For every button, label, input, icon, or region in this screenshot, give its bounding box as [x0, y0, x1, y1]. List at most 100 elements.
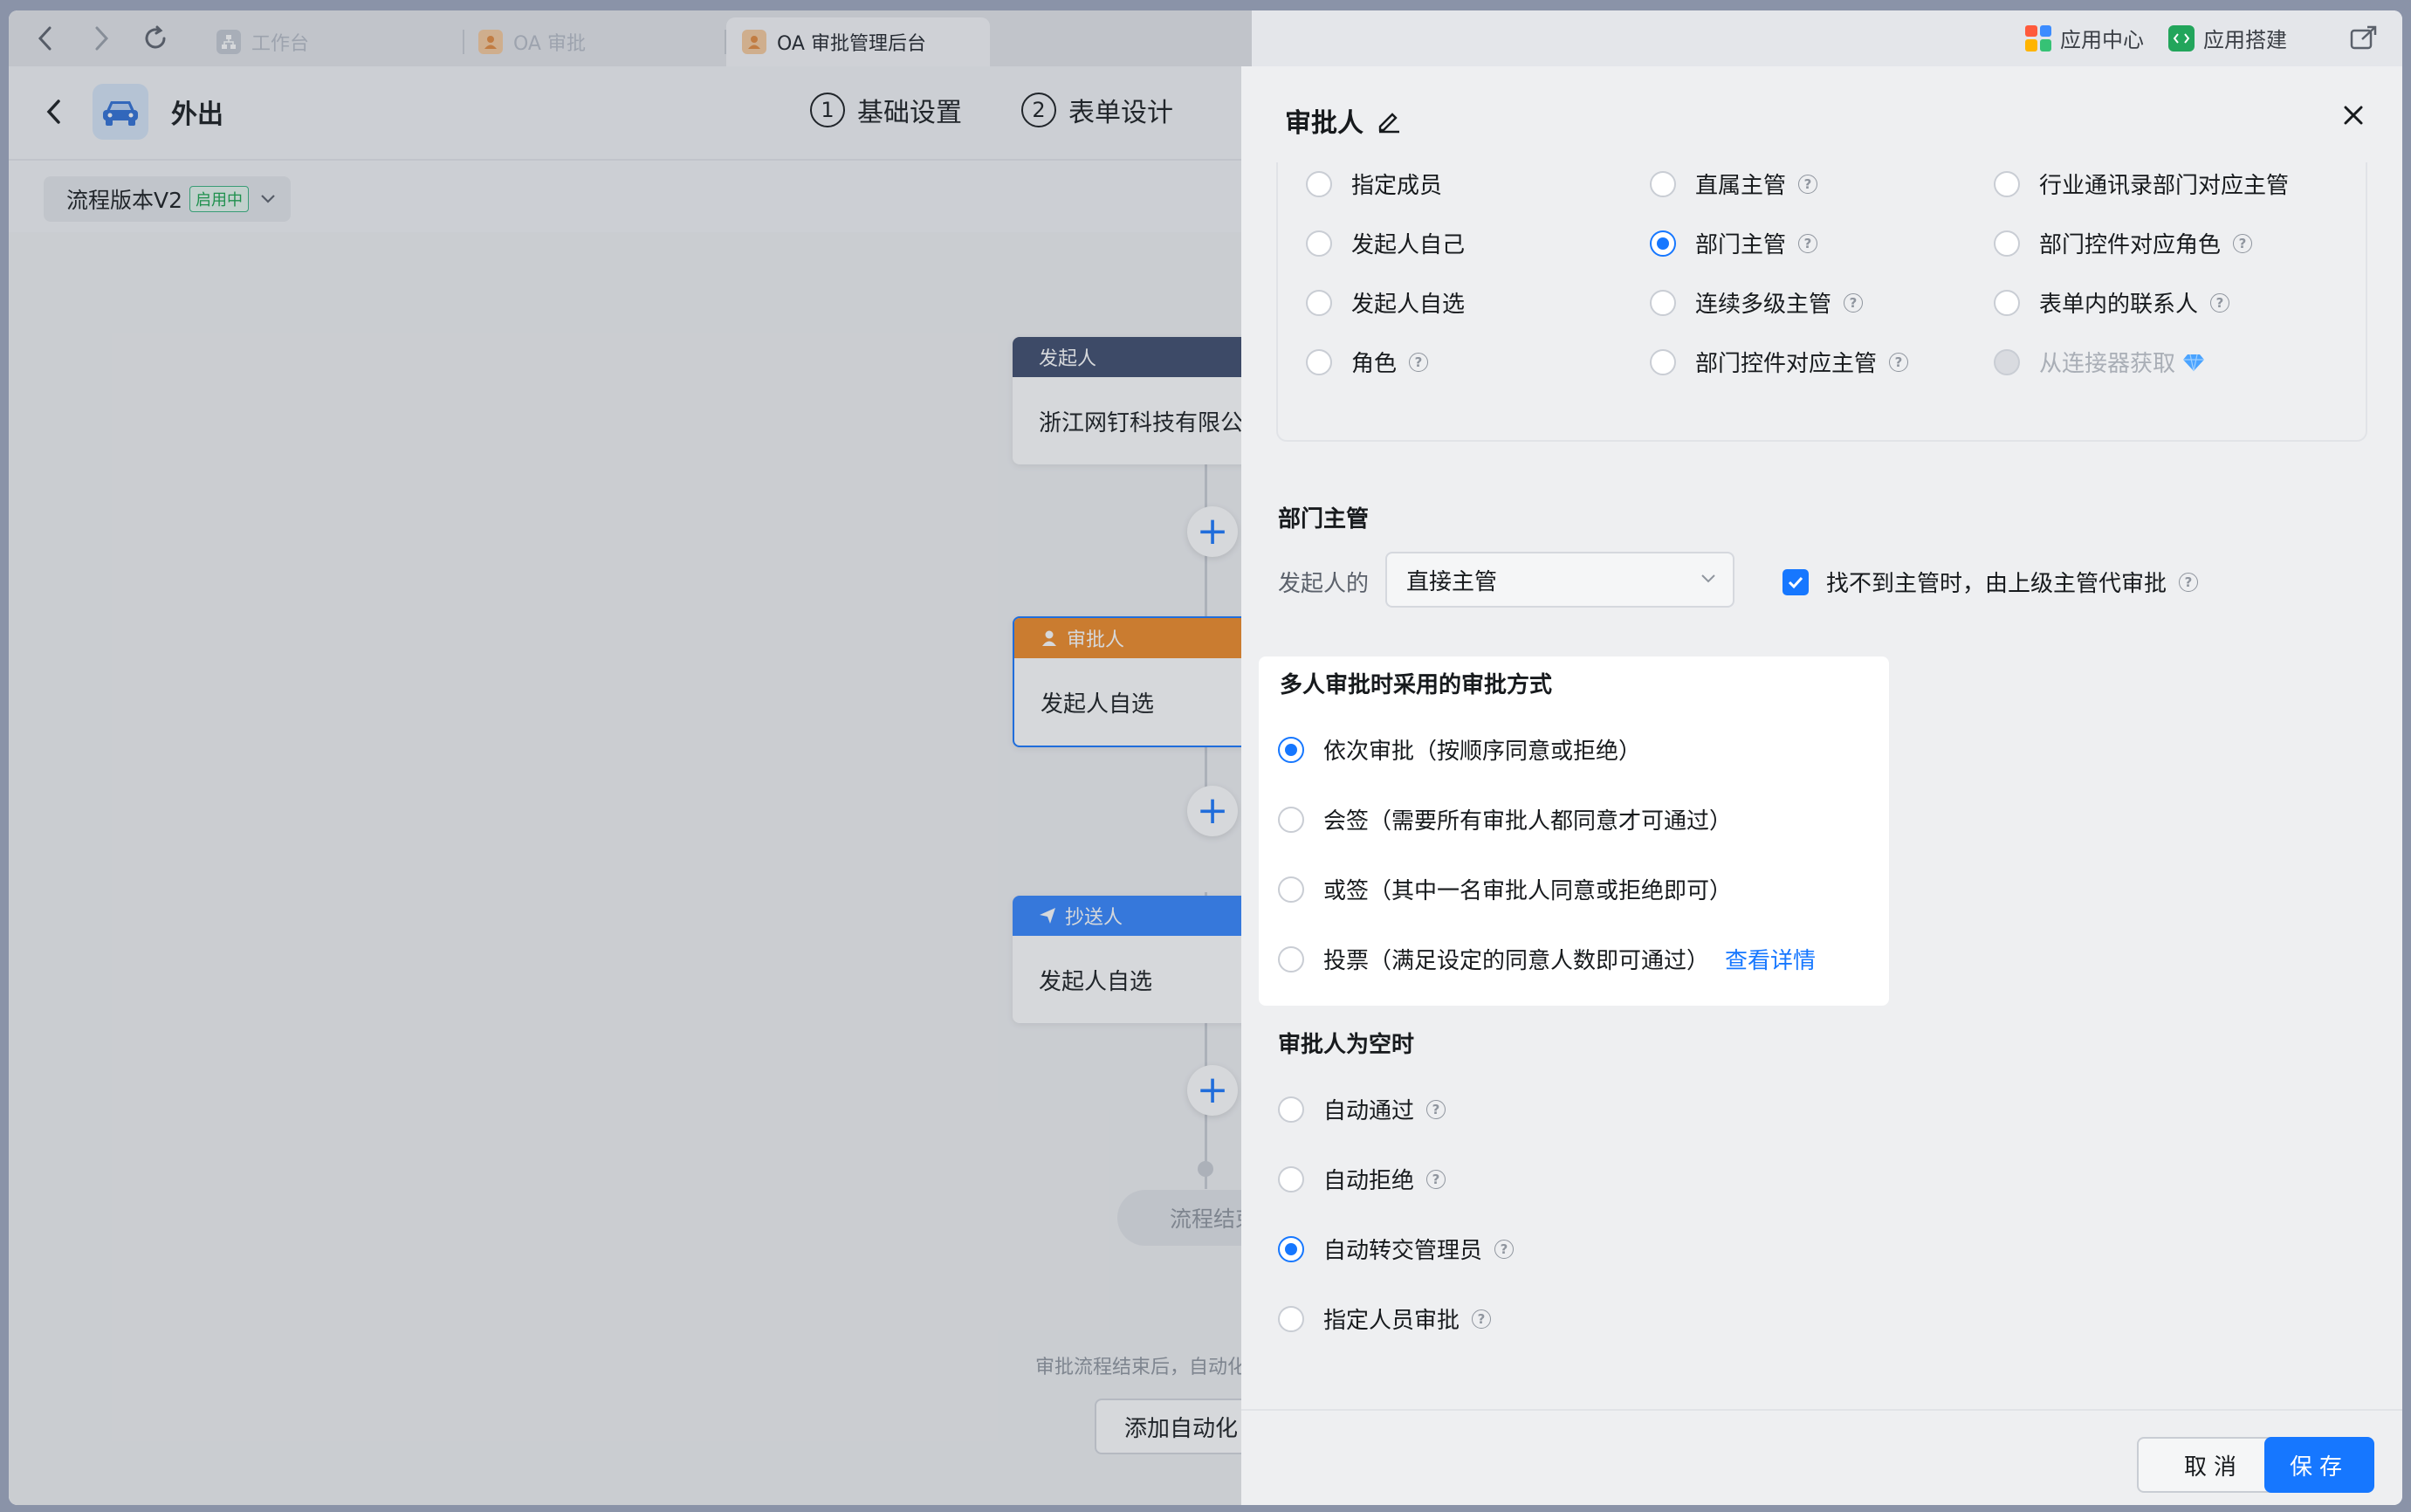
checkbox-checked-icon[interactable] — [1782, 568, 1809, 595]
option-label: 自动转交管理员 — [1323, 1238, 1483, 1264]
approver-type-option[interactable]: 角色 ? — [1306, 346, 1429, 378]
option-label: 部门主管 — [1695, 232, 1787, 258]
help-icon[interactable]: ? — [1798, 233, 1818, 253]
radio[interactable] — [1994, 289, 2020, 316]
view-details-link[interactable]: 查看详情 — [1725, 943, 1816, 975]
help-icon[interactable]: ? — [1844, 292, 1864, 313]
help-icon[interactable]: ? — [1494, 1239, 1515, 1259]
initiator-prefix-label: 发起人的 — [1278, 571, 1370, 597]
option-label: 会签（需要所有审批人都同意才可通过） — [1323, 808, 1733, 835]
approver-settings-drawer: 审批人 指定成员 直属主管 ? 行业通讯录部门对应主管 发起人自己 部门主管 ?… — [1241, 66, 2402, 1505]
close-icon[interactable] — [2336, 98, 2371, 133]
empty-approver-option[interactable]: 自动拒绝 ? — [1278, 1163, 1446, 1195]
multi-approve-title: 多人审批时采用的审批方式 — [1280, 672, 1553, 698]
app-center-label: 应用中心 — [2060, 28, 2144, 52]
option-label: 连续多级主管 — [1695, 292, 1832, 318]
multi-approve-card: 多人审批时采用的审批方式 依次审批（按顺序同意或拒绝） 会签（需要所有审批人都同… — [1259, 656, 1889, 1006]
app-center-icon — [2025, 24, 2051, 52]
radio[interactable] — [1994, 230, 2020, 257]
drawer-title-text: 审批人 — [1285, 108, 1363, 139]
approve-mode-option[interactable]: 依次审批（按顺序同意或拒绝） — [1278, 733, 1641, 766]
radio[interactable] — [1278, 876, 1304, 903]
app-window: 工作台 OA 审批 OA 审批管理后台 应用中心 应用搭建 外出 1 基础设置 … — [9, 10, 2402, 1505]
edit-icon[interactable] — [1376, 107, 1402, 134]
approver-type-option[interactable]: 部门控件对应角色 ? — [1994, 227, 2253, 259]
approver-type-option[interactable]: 表单内的联系人 ? — [1994, 286, 2230, 319]
select-value: 直接主管 — [1406, 568, 1498, 595]
approver-type-option[interactable]: 部门主管 ? — [1650, 227, 1818, 259]
help-icon[interactable]: ? — [1798, 174, 1818, 194]
empty-approver-option[interactable]: 自动通过 ? — [1278, 1093, 1446, 1125]
dept-manager-title: 部门主管 — [1278, 506, 1370, 533]
help-icon[interactable]: ? — [1889, 352, 1909, 372]
approver-type-option[interactable]: 直属主管 ? — [1650, 168, 1818, 200]
option-label: 投票（满足设定的同意人数即可通过） — [1323, 948, 1710, 974]
manager-level-select[interactable]: 直接主管 — [1385, 552, 1734, 608]
radio[interactable] — [1306, 289, 1332, 316]
chevron-down-icon — [1700, 573, 1717, 585]
empty-approver-title: 审批人为空时 — [1278, 1032, 1415, 1058]
option-label: 自动拒绝 — [1323, 1168, 1415, 1194]
help-icon[interactable]: ? — [2210, 292, 2230, 313]
help-icon[interactable]: ? — [1426, 1099, 1446, 1119]
approve-mode-option[interactable]: 或签（其中一名审批人同意或拒绝即可） — [1278, 873, 1732, 905]
fallback-upper-manager-checkbox[interactable]: 找不到主管时，由上级主管代审批 ? — [1782, 566, 2199, 598]
radio[interactable] — [1278, 1305, 1304, 1332]
approver-type-option-disabled: 从连接器获取 — [1994, 346, 2205, 378]
approver-type-option[interactable]: 部门控件对应主管 ? — [1650, 346, 1909, 378]
radio — [1994, 348, 2020, 375]
app-builder-button[interactable]: 应用搭建 — [2168, 23, 2287, 53]
help-icon[interactable]: ? — [2179, 572, 2199, 592]
radio[interactable] — [1650, 348, 1676, 375]
radio[interactable] — [1278, 1096, 1304, 1123]
modal-backdrop[interactable] — [9, 10, 1252, 1505]
app-center-button[interactable]: 应用中心 — [2025, 23, 2144, 53]
approver-type-option[interactable]: 连续多级主管 ? — [1650, 286, 1864, 319]
approver-type-option[interactable]: 行业通讯录部门对应主管 — [1994, 168, 2289, 200]
option-label: 部门控件对应角色 — [2039, 232, 2222, 258]
help-icon[interactable]: ? — [1409, 352, 1429, 372]
empty-approver-option[interactable]: 指定人员审批 ? — [1278, 1302, 1492, 1335]
option-label: 直属主管 — [1695, 173, 1787, 199]
app-builder-icon — [2168, 24, 2195, 52]
radio[interactable] — [1306, 170, 1332, 197]
app-builder-label: 应用搭建 — [2203, 28, 2287, 52]
radio[interactable] — [1650, 170, 1676, 197]
checkbox-label: 找不到主管时，由上级主管代审批 — [1826, 571, 2167, 597]
option-label: 或签（其中一名审批人同意或拒绝即可） — [1323, 878, 1733, 904]
help-icon[interactable]: ? — [2233, 233, 2253, 253]
open-window-icon[interactable] — [2348, 23, 2380, 54]
radio[interactable] — [1278, 1235, 1304, 1262]
option-label: 依次审批（按顺序同意或拒绝） — [1323, 739, 1642, 765]
radio[interactable] — [1306, 230, 1332, 257]
option-label: 指定人员审批 — [1323, 1308, 1460, 1334]
approve-mode-option[interactable]: 投票（满足设定的同意人数即可通过） 查看详情 — [1278, 943, 1816, 975]
radio[interactable] — [1306, 348, 1332, 375]
option-label: 发起人自选 — [1351, 292, 1466, 318]
radio[interactable] — [1994, 170, 2020, 197]
radio[interactable] — [1278, 736, 1304, 763]
radio[interactable] — [1278, 1165, 1304, 1192]
save-button[interactable]: 保存 — [2264, 1437, 2374, 1493]
radio[interactable] — [1278, 806, 1304, 833]
approver-type-option[interactable]: 指定成员 — [1306, 168, 1442, 200]
help-icon[interactable]: ? — [1426, 1169, 1446, 1189]
radio[interactable] — [1650, 230, 1676, 257]
drawer-title: 审批人 — [1285, 101, 1402, 140]
approver-type-option[interactable]: 发起人自选 — [1306, 286, 1465, 319]
approver-type-panel: 指定成员 直属主管 ? 行业通讯录部门对应主管 发起人自己 部门主管 ? 部门控… — [1276, 162, 2367, 442]
approver-type-option[interactable]: 发起人自己 — [1306, 227, 1465, 259]
help-icon[interactable]: ? — [1472, 1309, 1492, 1329]
option-label: 从连接器获取 — [2039, 351, 2176, 377]
option-label: 行业通讯录部门对应主管 — [2039, 173, 2290, 199]
approve-mode-option[interactable]: 会签（需要所有审批人都同意才可通过） — [1278, 803, 1732, 835]
option-label: 表单内的联系人 — [2039, 292, 2199, 318]
option-label: 发起人自己 — [1351, 232, 1466, 258]
empty-approver-option[interactable]: 自动转交管理员 ? — [1278, 1233, 1515, 1265]
option-label: 部门控件对应主管 — [1695, 351, 1878, 377]
radio[interactable] — [1278, 945, 1304, 972]
option-label: 指定成员 — [1351, 173, 1443, 199]
option-label: 角色 — [1351, 351, 1398, 377]
diamond-icon — [2182, 353, 2205, 372]
radio[interactable] — [1650, 289, 1676, 316]
